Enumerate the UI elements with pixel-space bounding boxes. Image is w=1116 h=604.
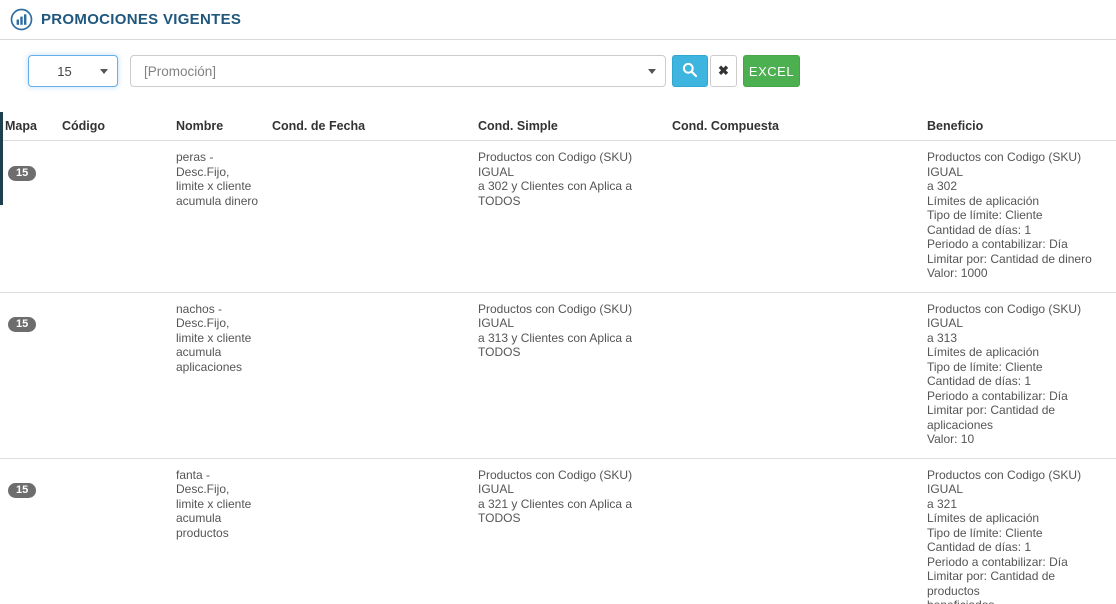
column-header-cond-fecha: Cond. de Fecha [267,114,473,140]
cell-cond-compuesta [667,141,922,292]
promotions-table: Mapa Código Nombre Cond. de Fecha Cond. … [0,114,1116,604]
cell-beneficio: Productos con Codigo (SKU) IGUAL a 313 L… [922,293,1116,458]
map-badge[interactable]: 15 [8,317,36,332]
promotion-filter-value: [Promoción] [144,64,648,79]
x-icon: ✖ [718,63,729,79]
excel-export-button[interactable]: EXCEL [743,55,800,87]
toolbar: 15 [Promoción] ✖ EXCEL [28,55,1116,87]
map-badge[interactable]: 15 [8,166,36,181]
cell-cond-fecha [267,141,473,292]
cell-cond-compuesta [667,293,922,458]
cell-cond-simple: Productos con Codigo (SKU) IGUAL a 313 y… [473,293,667,458]
cell-cond-compuesta [667,459,922,604]
cell-beneficio: Productos con Codigo (SKU) IGUAL a 321 L… [922,459,1116,604]
left-edge-scrollbar-thumb[interactable] [0,112,3,205]
page-title: PROMOCIONES VIGENTES [41,11,241,28]
cell-mapa: 15 [0,459,57,604]
cell-nombre: nachos - Desc.Fijo, limite x cliente acu… [171,293,267,458]
column-header-cond-compuesta: Cond. Compuesta [667,114,922,140]
table-row: 15 nachos - Desc.Fijo, limite x cliente … [0,292,1116,458]
cell-codigo [57,293,171,458]
cell-mapa: 15 [0,141,57,292]
column-header-cond-simple: Cond. Simple [473,114,667,140]
chevron-down-icon [100,69,108,74]
column-header-nombre: Nombre [171,114,267,140]
search-button[interactable] [672,55,708,87]
cell-cond-simple: Productos con Codigo (SKU) IGUAL a 302 y… [473,141,667,292]
cell-nombre: fanta - Desc.Fijo, limite x cliente acum… [171,459,267,604]
table-row: 15 fanta - Desc.Fijo, limite x cliente a… [0,458,1116,604]
cell-mapa: 15 [0,293,57,458]
bar-chart-icon [10,8,33,31]
search-icon [682,62,698,81]
column-header-mapa: Mapa [0,114,57,140]
chevron-down-icon [648,69,656,74]
table-row: 15 peras - Desc.Fijo, limite x cliente a… [0,141,1116,292]
cell-beneficio: Productos con Codigo (SKU) IGUAL a 302 L… [922,141,1116,292]
page-size-select[interactable]: 15 [28,55,118,87]
cell-cond-fecha [267,293,473,458]
column-header-beneficio: Beneficio [922,114,1116,140]
page-size-value: 15 [29,64,100,79]
table-header-row: Mapa Código Nombre Cond. de Fecha Cond. … [0,114,1116,141]
cell-cond-fecha [267,459,473,604]
column-header-codigo: Código [57,114,171,140]
cell-codigo [57,141,171,292]
cell-nombre: peras - Desc.Fijo, limite x cliente acum… [171,141,267,292]
clear-search-button[interactable]: ✖ [710,55,737,87]
promotion-filter-combobox[interactable]: [Promoción] [130,55,666,87]
table-body: 15 peras - Desc.Fijo, limite x cliente a… [0,141,1116,604]
cell-codigo [57,459,171,604]
cell-cond-simple: Productos con Codigo (SKU) IGUAL a 321 y… [473,459,667,604]
map-badge[interactable]: 15 [8,483,36,498]
app-header: PROMOCIONES VIGENTES [0,0,1116,40]
excel-button-label: EXCEL [749,64,794,79]
